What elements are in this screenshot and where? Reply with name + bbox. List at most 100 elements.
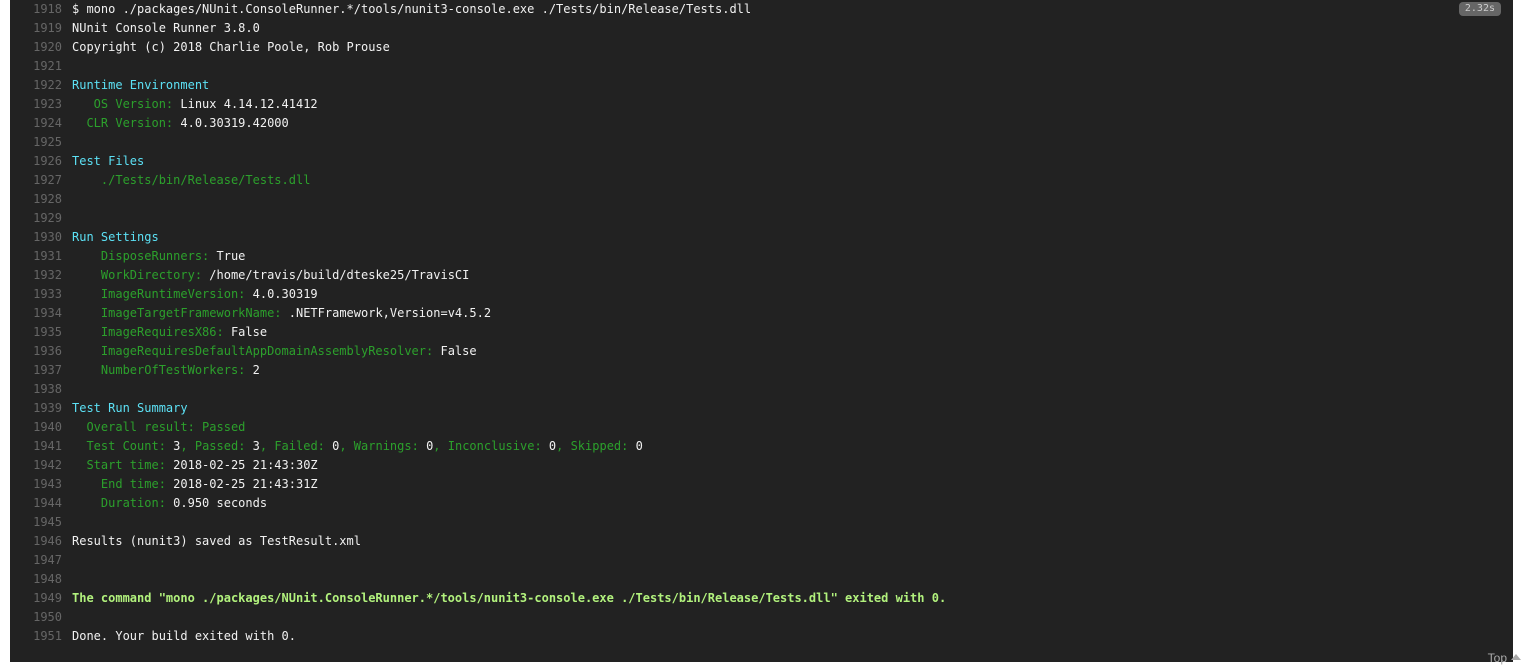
log-text: ImageRequiresDefaultAppDomainAssemblyRes… [72, 344, 441, 358]
line-number-link[interactable]: 1946 [10, 532, 72, 551]
duration-badge: 2.32s [1458, 2, 1501, 16]
log-text: Test Run Summary [72, 401, 188, 415]
line-number-link[interactable]: 1932 [10, 266, 72, 285]
log-text: The command "mono ./packages/NUnit.Conso… [72, 591, 947, 605]
log-text: DisposeRunners: [72, 249, 217, 263]
line-number-link[interactable]: 1940 [10, 418, 72, 437]
log-line: 1945 [10, 513, 1513, 532]
log-text: False [230, 325, 268, 339]
line-number-link[interactable]: 1951 [10, 627, 72, 646]
line-number-link[interactable]: 1933 [10, 285, 72, 304]
log-text: Start time: [72, 458, 174, 472]
line-number-link[interactable]: 1924 [10, 114, 72, 133]
log-line: 1933 ImageRuntimeVersion: 4.0.30319 [10, 285, 1513, 304]
log-text: WorkDirectory: [72, 268, 210, 282]
log-line: 1936 ImageRequiresDefaultAppDomainAssemb… [10, 342, 1513, 361]
log-line: 1926 Test Files [10, 152, 1513, 171]
log-line: 1929 [10, 209, 1513, 228]
log-text: Duration: [72, 496, 174, 510]
log-line: 1931 DisposeRunners: True [10, 247, 1513, 266]
line-number-link[interactable]: 1927 [10, 171, 72, 190]
line-number-link[interactable]: 1930 [10, 228, 72, 247]
log-line: 1922 Runtime Environment [10, 76, 1513, 95]
line-number-link[interactable]: 1942 [10, 456, 72, 475]
scroll-top-link[interactable]: Top [1488, 650, 1521, 666]
log-text: .NETFramework,Version=v4.5.2 [288, 306, 492, 320]
log-text: /home/travis/build/dteske25/TravisCI [209, 268, 470, 282]
line-number-link[interactable]: 1938 [10, 380, 72, 399]
log-line: 1939 Test Run Summary [10, 399, 1513, 418]
log-line: 1923 OS Version: Linux 4.14.12.41412 [10, 95, 1513, 114]
log-text: CLR Version: [72, 116, 181, 130]
log-line: 1918 $ mono ./packages/NUnit.ConsoleRunne… [10, 0, 1513, 19]
log-line: 1928 [10, 190, 1513, 209]
line-number-link[interactable]: 1939 [10, 399, 72, 418]
log-line: 1950 [10, 608, 1513, 627]
log-text: OS Version: [72, 97, 181, 111]
log-line: 1948 [10, 570, 1513, 589]
line-number-link[interactable]: 1922 [10, 76, 72, 95]
log-text: NUnit Console Runner 3.8.0 [72, 21, 260, 35]
line-number-link[interactable]: 1950 [10, 608, 72, 627]
line-number-link[interactable]: 1948 [10, 570, 72, 589]
line-number-link[interactable]: 1944 [10, 494, 72, 513]
line-number-link[interactable]: 1925 [10, 133, 72, 152]
line-number-link[interactable]: 1934 [10, 304, 72, 323]
log-text: Linux 4.14.12.41412 [180, 97, 318, 111]
line-number-link[interactable]: 1937 [10, 361, 72, 380]
line-number-link[interactable]: 1919 [10, 19, 72, 38]
log-line: 1920 Copyright (c) 2018 Charlie Poole, Ro… [10, 38, 1513, 57]
log-text: NumberOfTestWorkers: [72, 363, 253, 377]
line-number-link[interactable]: 1921 [10, 57, 72, 76]
log-text: ImageTargetFrameworkName: [72, 306, 289, 320]
log-line: 1930 Run Settings [10, 228, 1513, 247]
log-text: 2018-02-25 21:43:30Z [173, 458, 318, 472]
log-line: 1951 Done. Your build exited with 0. [10, 627, 1513, 646]
line-number-link[interactable]: 1936 [10, 342, 72, 361]
log-text: ImageRuntimeVersion: [72, 287, 253, 301]
log-text: 2 [252, 363, 260, 377]
caret-up-icon [1511, 654, 1521, 660]
log-line: 1921 [10, 57, 1513, 76]
log-line: 1943 End time: 2018-02-25 21:43:31Z [10, 475, 1513, 494]
log-text: Results (nunit3) saved as TestResult.xml [72, 534, 361, 548]
log-text: False [440, 344, 477, 358]
log-line: 1947 [10, 551, 1513, 570]
log-line: 1927 ./Tests/bin/Release/Tests.dll [10, 171, 1513, 190]
log-text: , Warnings: [339, 439, 427, 453]
line-number-link[interactable]: 1945 [10, 513, 72, 532]
line-number-link[interactable]: 1949 [10, 589, 72, 608]
log-line: 1940 Overall result: Passed [10, 418, 1513, 437]
log-line: 1924 CLR Version: 4.0.30319.42000 [10, 114, 1513, 133]
log-line: 1938 [10, 380, 1513, 399]
log-line: 1925 [10, 133, 1513, 152]
log-text: 0 [635, 439, 643, 453]
log-text: 2018-02-25 21:43:31Z [173, 477, 318, 491]
build-log: 1918 $ mono ./packages/NUnit.ConsoleRunne… [10, 0, 1513, 662]
log-text: , Inconclusive: [433, 439, 549, 453]
log-text: , Passed: [180, 439, 253, 453]
log-lines: 1918 $ mono ./packages/NUnit.ConsoleRunne… [10, 0, 1513, 646]
line-number-link[interactable]: 1947 [10, 551, 72, 570]
line-number-link[interactable]: 1943 [10, 475, 72, 494]
log-line: 1941 Test Count: 3, Passed: 3, Failed: 0… [10, 437, 1513, 456]
log-text: , Skipped: [556, 439, 636, 453]
log-line: 1935 ImageRequiresX86: False [10, 323, 1513, 342]
line-number-link[interactable]: 1941 [10, 437, 72, 456]
log-text: Done. Your build exited with 0. [72, 629, 296, 643]
top-link-label: Top [1487, 651, 1507, 665]
log-text: $ mono ./packages/NUnit.ConsoleRunner.*/… [72, 2, 752, 16]
line-number-link[interactable]: 1935 [10, 323, 72, 342]
line-number-link[interactable]: 1931 [10, 247, 72, 266]
line-number-link[interactable]: 1918 [10, 0, 72, 19]
log-line: 1946 Results (nunit3) saved as TestResult… [10, 532, 1513, 551]
log-line: 1919 NUnit Console Runner 3.8.0 [10, 19, 1513, 38]
line-number-link[interactable]: 1923 [10, 95, 72, 114]
log-text: Test Count: [72, 439, 174, 453]
log-line: 1942 Start time: 2018-02-25 21:43:30Z [10, 456, 1513, 475]
log-line: 1932 WorkDirectory: /home/travis/build/d… [10, 266, 1513, 285]
line-number-link[interactable]: 1920 [10, 38, 72, 57]
line-number-link[interactable]: 1928 [10, 190, 72, 209]
line-number-link[interactable]: 1926 [10, 152, 72, 171]
line-number-link[interactable]: 1929 [10, 209, 72, 228]
